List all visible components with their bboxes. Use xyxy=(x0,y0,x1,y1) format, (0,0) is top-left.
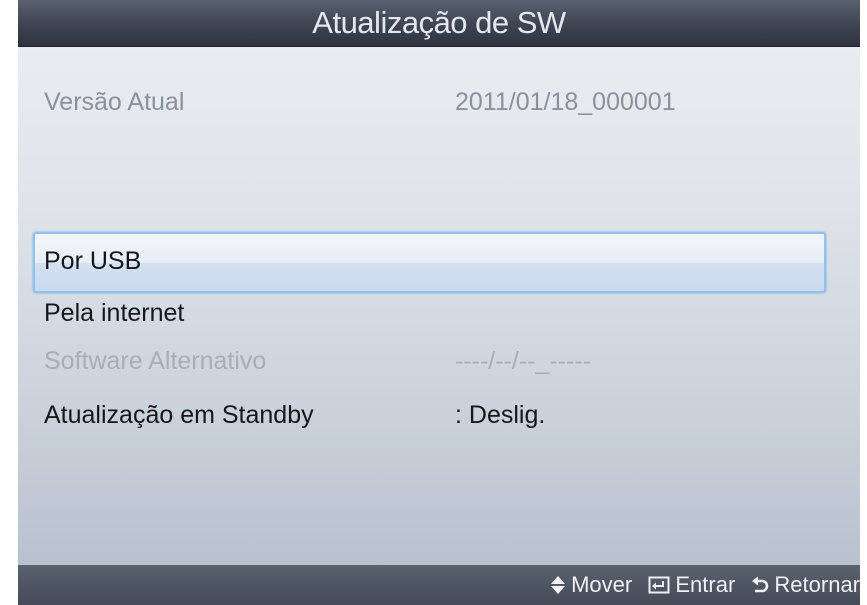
title-bar: Atualização de SW xyxy=(18,0,860,47)
hint-move: Mover xyxy=(550,565,632,605)
current-version-row: Versão Atual 2011/01/18_000001 xyxy=(18,82,860,122)
return-icon xyxy=(752,576,769,593)
sw-update-dialog: Atualização de SW Versão Atual 2011/01/1… xyxy=(18,0,860,605)
up-down-arrows-icon xyxy=(551,576,566,595)
menu-item-label: Atualização em Standby xyxy=(44,401,314,429)
help-bar: Mover Entrar Retornar xyxy=(18,565,860,605)
hint-label: Mover xyxy=(571,572,633,597)
menu-item-value: ----/--/--_----- xyxy=(455,347,592,375)
hint-return: Retornar xyxy=(751,565,860,605)
menu-item-value: : Deslig. xyxy=(455,401,546,429)
current-version-value: 2011/01/18_000001 xyxy=(455,88,676,116)
hint-label: Retornar xyxy=(774,572,860,597)
enter-icon xyxy=(648,576,670,594)
menu-item-standby-update[interactable]: Atualização em Standby : Deslig. xyxy=(18,395,860,435)
menu-item-alternative-software: Software Alternativo ----/--/--_----- xyxy=(18,341,860,381)
hint-label: Entrar xyxy=(675,572,736,597)
menu-item-label: Pela internet xyxy=(44,299,185,327)
menu-item-label: Por USB xyxy=(44,247,142,275)
dialog-content: Versão Atual 2011/01/18_000001 Por USB P… xyxy=(18,47,860,565)
key-hints: Mover Entrar Retornar xyxy=(540,565,860,605)
hint-enter: Entrar xyxy=(648,565,735,605)
current-version-label: Versão Atual xyxy=(44,88,185,116)
menu-item-internet[interactable]: Pela internet xyxy=(18,293,860,333)
menu-item-usb[interactable]: Por USB xyxy=(33,232,826,293)
menu-item-label: Software Alternativo xyxy=(44,347,267,375)
dialog-title: Atualização de SW xyxy=(312,5,566,40)
